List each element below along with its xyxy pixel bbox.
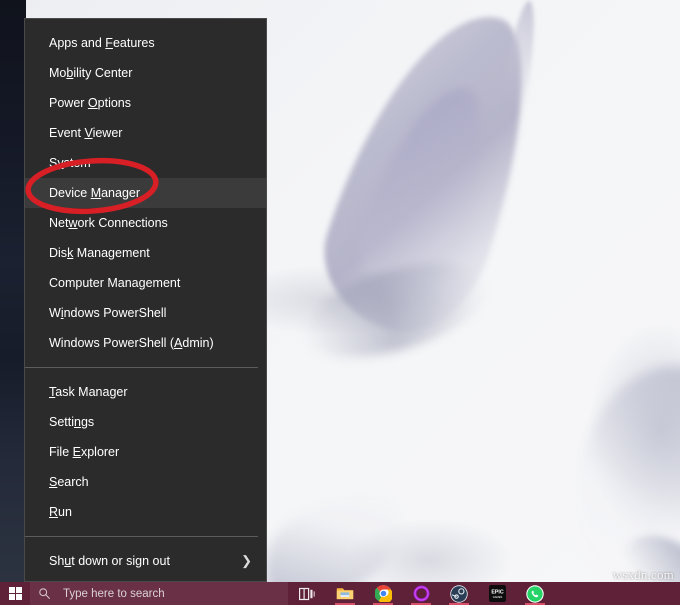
menu-item-label: Windows PowerShell (49, 306, 167, 320)
winx-quick-link-menu[interactable]: Apps and Features Mobility Center Power … (24, 18, 267, 598)
taskbar-icon-epic-games[interactable]: EPIC GAMES (478, 582, 516, 605)
menu-item-mobility-center[interactable]: Mobility Center (25, 58, 266, 88)
wallpaper-dark-edge (0, 0, 26, 582)
menu-item-run[interactable]: Run (25, 497, 266, 527)
whatsapp-icon (526, 584, 544, 603)
taskbar-icon-task-view[interactable] (288, 582, 326, 605)
menu-separator-1 (25, 367, 258, 368)
menu-item-computer-management[interactable]: Computer Management (25, 268, 266, 298)
steam-icon (450, 584, 468, 603)
menu-item-label: Power Options (49, 96, 131, 110)
menu-item-label: Settings (49, 415, 95, 429)
menu-item-event-viewer[interactable]: Event Viewer (25, 118, 266, 148)
menu-item-shut-down-or-sign-out[interactable]: Shut down or sign out ❯ (25, 546, 266, 576)
taskbar-icon-file-explorer[interactable] (326, 582, 364, 605)
menu-item-label: Network Connections (49, 216, 168, 230)
chrome-icon (374, 585, 392, 602)
search-icon (39, 588, 50, 599)
windows-logo-icon (8, 587, 22, 600)
menu-item-label: Event Viewer (49, 126, 123, 140)
taskbar-icon-steam[interactable] (440, 582, 478, 605)
menu-item-windows-powershell[interactable]: Windows PowerShell (25, 298, 266, 328)
wallpaper-swoosh-c (246, 477, 420, 582)
cortana-icon (412, 585, 430, 602)
menu-item-label: System (49, 156, 91, 170)
menu-item-label: Disk Management (49, 246, 150, 260)
taskbar[interactable]: Type here to search EPIC GAMES (0, 582, 680, 605)
menu-item-device-manager[interactable]: Device Manager (25, 178, 266, 208)
taskbar-icon-cortana[interactable] (402, 582, 440, 605)
menu-item-label: Shut down or sign out (49, 554, 170, 568)
menu-item-label: Run (49, 505, 72, 519)
menu-group-tools: Task Manager Settings File Explorer Sear… (25, 377, 266, 527)
menu-group-system: Apps and Features Mobility Center Power … (25, 28, 266, 358)
search-placeholder-text: Type here to search (63, 587, 165, 600)
menu-item-label: Computer Management (49, 276, 181, 290)
search-input[interactable]: Type here to search (30, 582, 288, 605)
file-explorer-icon (336, 588, 354, 600)
taskbar-icon-google-chrome[interactable] (364, 582, 402, 605)
menu-item-label: Task Manager (49, 385, 128, 399)
menu-item-network-connections[interactable]: Network Connections (25, 208, 266, 238)
menu-item-task-manager[interactable]: Task Manager (25, 377, 266, 407)
menu-item-system[interactable]: System (25, 148, 266, 178)
task-view-icon (299, 587, 315, 600)
menu-item-label: Windows PowerShell (Admin) (49, 336, 214, 350)
menu-item-label: Search (49, 475, 89, 489)
desktop-screen: Apps and Features Mobility Center Power … (0, 0, 680, 605)
chevron-right-icon: ❯ (241, 553, 252, 568)
menu-item-disk-management[interactable]: Disk Management (25, 238, 266, 268)
menu-separator-2 (25, 536, 258, 537)
menu-item-label: File Explorer (49, 445, 120, 459)
menu-item-apps-and-features[interactable]: Apps and Features (25, 28, 266, 58)
menu-item-power-options[interactable]: Power Options (25, 88, 266, 118)
taskbar-icon-whatsapp[interactable] (516, 582, 554, 605)
menu-item-windows-powershell-admin[interactable]: Windows PowerShell (Admin) (25, 328, 266, 358)
svg-text:EPIC: EPIC (491, 590, 504, 596)
menu-item-label: Device Manager (49, 186, 141, 200)
menu-item-search[interactable]: Search (25, 467, 266, 497)
svg-text:GAMES: GAMES (492, 595, 502, 599)
menu-item-label: Apps and Features (49, 36, 155, 50)
start-button[interactable] (0, 582, 30, 605)
epic-games-icon: EPIC GAMES (488, 585, 506, 602)
menu-item-settings[interactable]: Settings (25, 407, 266, 437)
menu-item-file-explorer[interactable]: File Explorer (25, 437, 266, 467)
menu-item-label: Mobility Center (49, 66, 133, 80)
